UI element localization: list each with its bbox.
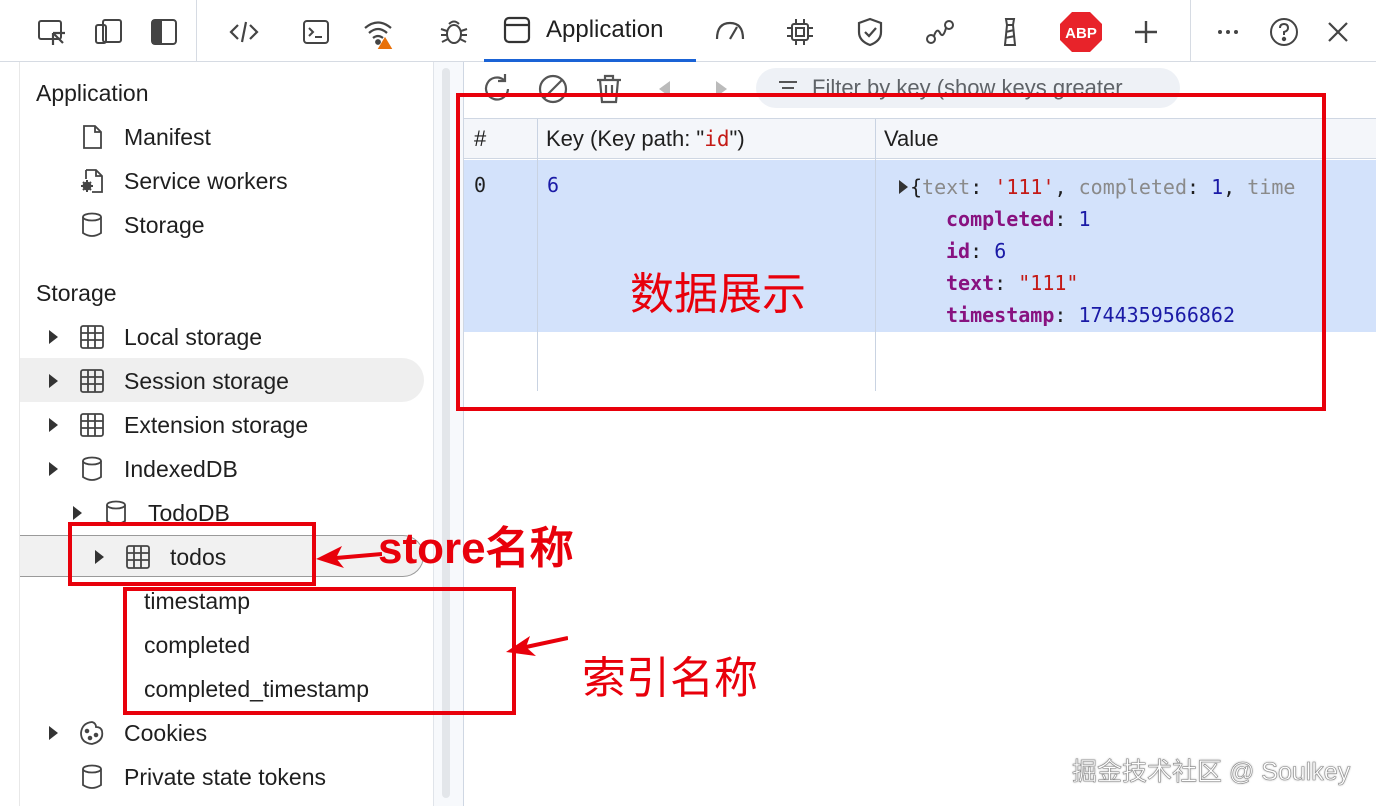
sidebar-item-label: Private state tokens [124, 763, 326, 790]
storage-section-title: Storage [36, 280, 117, 306]
data-display-annotation-box [456, 93, 1326, 411]
sidebar-item-manifest[interactable]: Manifest [76, 117, 211, 157]
expand-arrow-icon[interactable] [42, 326, 64, 348]
cookie-icon [76, 717, 108, 749]
tab-application[interactable]: Application [484, 0, 696, 62]
adblock-icon[interactable]: ABP [1058, 10, 1104, 54]
sidebar-item-storage[interactable]: Storage [76, 205, 205, 245]
sidebar-item-service-workers[interactable]: Service workers [76, 161, 288, 201]
lighthouse-icon[interactable] [988, 10, 1032, 54]
performance-icon[interactable] [708, 10, 752, 54]
inspect-icon[interactable] [30, 10, 74, 54]
sidebar-item-label: Manifest [124, 123, 211, 150]
database-icon [76, 453, 108, 485]
expand-arrow-icon[interactable] [42, 414, 64, 436]
devtools-toolbar: Application ABP [0, 0, 1376, 62]
application-section-title: Application [36, 80, 149, 106]
sidebar-item-label: Extension storage [124, 411, 309, 438]
index-annotation-arrow [506, 636, 568, 656]
network-warning-icon[interactable] [356, 10, 400, 54]
tab-application-label: Application [546, 15, 664, 43]
store-annotation-box [68, 522, 316, 586]
sidebar-item-label: Local storage [124, 323, 263, 350]
add-icon[interactable] [1124, 10, 1168, 54]
data-display-annotation-label: 数据展示 [630, 270, 806, 319]
close-icon[interactable] [1316, 10, 1360, 54]
node-graph-icon[interactable] [918, 10, 962, 54]
sidebar-item-label: Cookies [124, 719, 208, 746]
expand-arrow-icon[interactable] [42, 370, 64, 392]
table-grid-icon [76, 409, 108, 441]
expand-arrow-icon[interactable] [42, 722, 64, 744]
index-annotation-box [123, 587, 516, 715]
console-icon[interactable] [294, 10, 338, 54]
expand-arrow-icon[interactable] [66, 502, 88, 524]
database-icon [76, 209, 108, 241]
watermark: 掘金技术社区 @ Soulkey [1072, 758, 1351, 787]
sidebar-item-private-state-tokens[interactable]: Private state tokens [76, 757, 326, 797]
sources-bug-icon[interactable] [432, 10, 476, 54]
sidebar-item-session-storage[interactable]: Session storage [42, 361, 289, 401]
table-grid-icon [76, 321, 108, 353]
store-annotation-label: store名称 [378, 524, 574, 573]
memory-chip-icon[interactable] [778, 10, 822, 54]
sidebar-item-extension-storage[interactable]: Extension storage [42, 405, 308, 445]
help-icon[interactable] [1262, 10, 1306, 54]
application-icon [503, 16, 531, 43]
index-annotation-label: 索引名称 [582, 654, 758, 703]
sidebar-item-local-storage[interactable]: Local storage [42, 317, 262, 357]
expand-arrow-icon[interactable] [42, 458, 64, 480]
gear-file-icon [76, 165, 108, 197]
store-annotation-arrow [316, 546, 382, 568]
sidebar-item-label: Storage [124, 211, 205, 238]
table-grid-icon [76, 365, 108, 397]
sidebar-toggle-icon[interactable] [142, 10, 186, 54]
database-icon [76, 761, 108, 793]
more-icon[interactable] [1206, 10, 1250, 54]
security-shield-icon[interactable] [848, 10, 892, 54]
elements-icon[interactable] [222, 10, 266, 54]
sidebar-item-label: Service workers [124, 167, 288, 194]
device-toolbar-icon[interactable] [86, 10, 130, 54]
sidebar-item-cookies[interactable]: Cookies [42, 713, 207, 753]
file-icon [76, 121, 108, 153]
sidebar-item-label: IndexedDB [124, 455, 238, 482]
sidebar-item-label: Session storage [124, 367, 289, 394]
sidebar-item-indexeddb[interactable]: IndexedDB [42, 449, 238, 489]
svg-text:ABP: ABP [1065, 25, 1097, 42]
left-edge [0, 62, 20, 806]
